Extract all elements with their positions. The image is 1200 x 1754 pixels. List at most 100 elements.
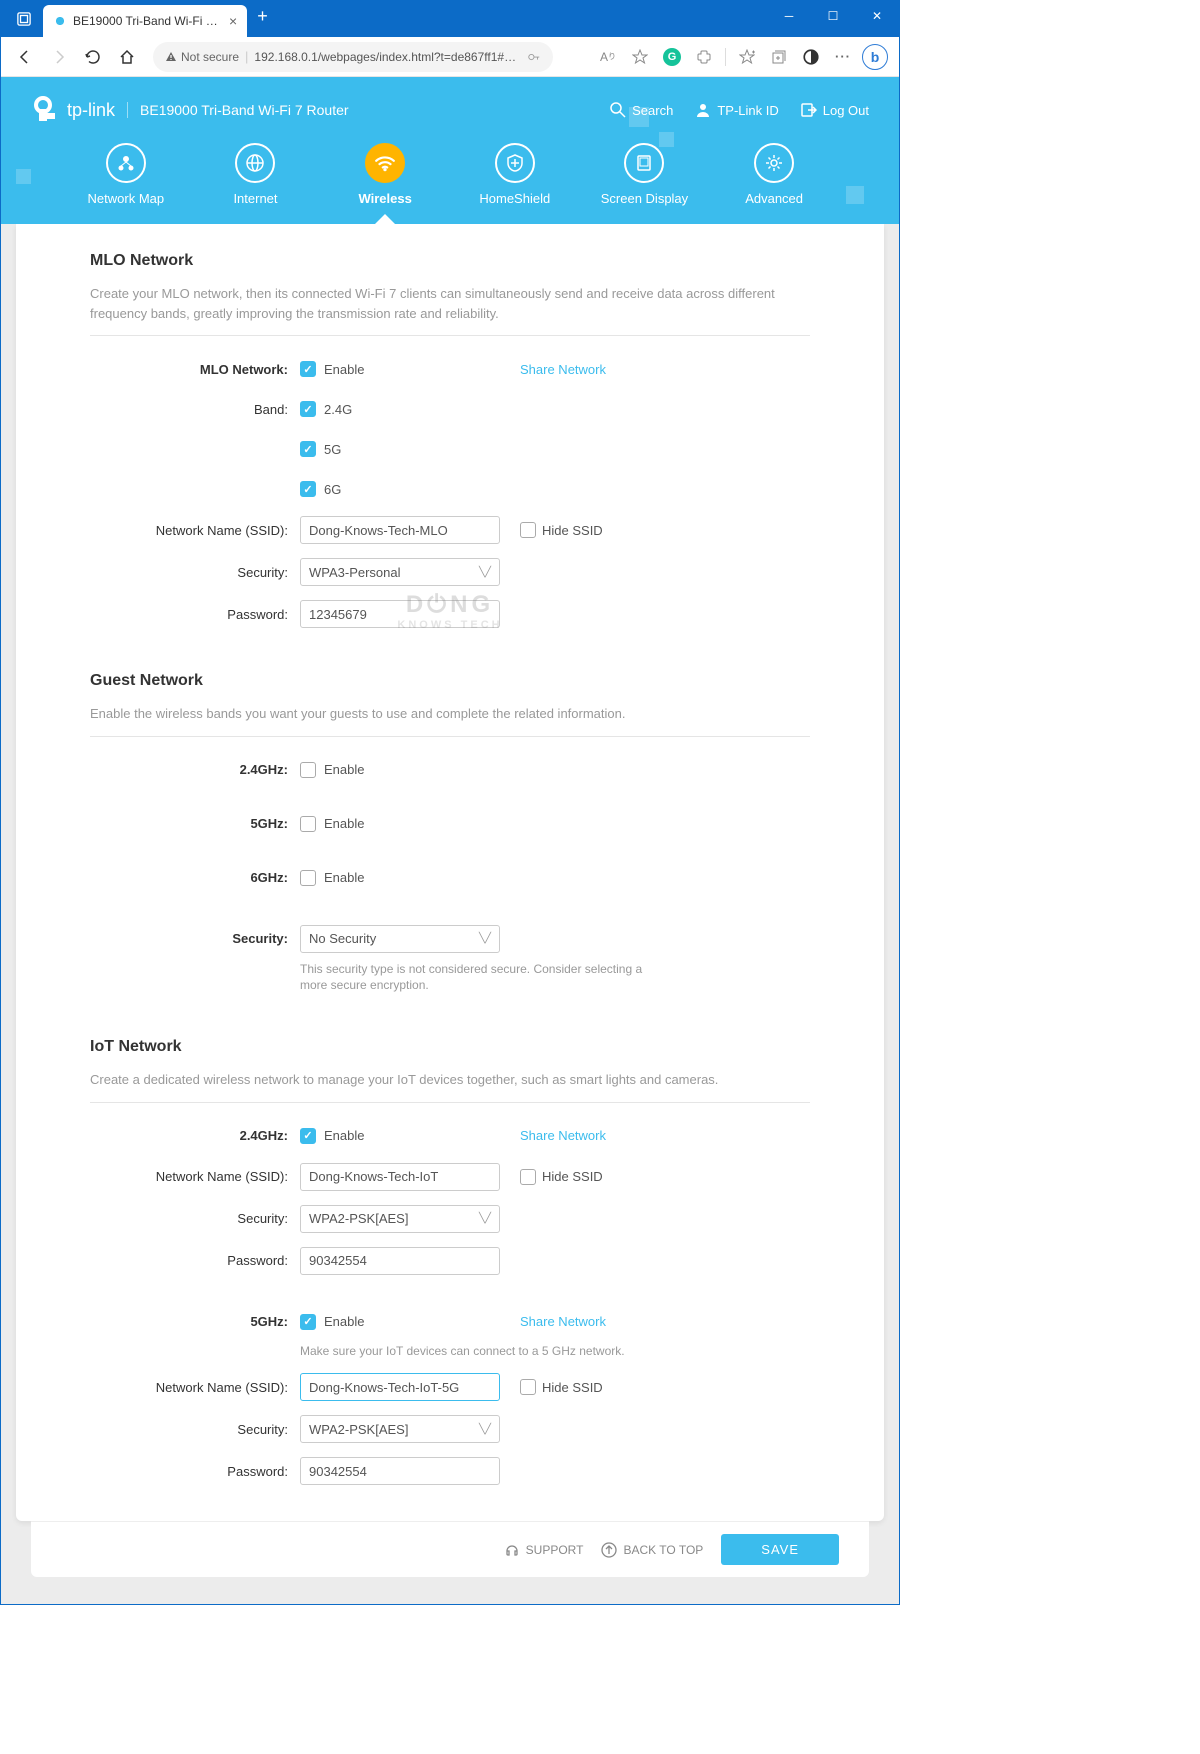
logout-link[interactable]: Log Out bbox=[801, 102, 869, 118]
key-icon[interactable] bbox=[527, 50, 541, 64]
home-button[interactable] bbox=[113, 43, 141, 71]
mlo-password-label: Password: bbox=[90, 607, 300, 622]
iot-5-label: 5GHz: bbox=[90, 1314, 300, 1329]
iot-5-share-link[interactable]: Share Network bbox=[520, 1314, 606, 1329]
band-5-checkbox[interactable] bbox=[300, 441, 316, 457]
mlo-ssid-input[interactable] bbox=[300, 516, 500, 544]
iot-24-label: 2.4GHz: bbox=[90, 1128, 300, 1143]
enable-text: Enable bbox=[324, 816, 364, 831]
browser-tab[interactable]: BE19000 Tri-Band Wi-Fi 7 Router × bbox=[43, 5, 247, 37]
enable-text: Enable bbox=[324, 362, 364, 377]
tplink-id-label: TP-Link ID bbox=[717, 103, 778, 118]
forward-button[interactable] bbox=[45, 43, 73, 71]
back-to-top-link[interactable]: BACK TO TOP bbox=[601, 1542, 703, 1558]
minimize-button[interactable]: ─ bbox=[767, 1, 811, 31]
iot-24-share-link[interactable]: Share Network bbox=[520, 1128, 606, 1143]
url-text: 192.168.0.1/webpages/index.html?t=de867f… bbox=[254, 50, 521, 64]
page-header: tp-link BE19000 Tri-Band Wi-Fi 7 Router … bbox=[1, 77, 899, 224]
guest-24-checkbox[interactable] bbox=[300, 762, 316, 778]
iot-5-hide-ssid-checkbox[interactable] bbox=[520, 1379, 536, 1395]
support-link[interactable]: SUPPORT bbox=[504, 1542, 584, 1558]
mlo-enable-checkbox[interactable] bbox=[300, 361, 316, 377]
tab-actions-icon[interactable] bbox=[13, 8, 35, 30]
logout-label: Log Out bbox=[823, 103, 869, 118]
shield-icon bbox=[505, 153, 525, 173]
nav-homeshield[interactable]: HomeShield bbox=[460, 143, 570, 206]
page-footer: SUPPORT BACK TO TOP SAVE bbox=[31, 1521, 869, 1577]
mlo-password-input[interactable] bbox=[300, 600, 500, 628]
address-bar: Not secure | 192.168.0.1/webpages/index.… bbox=[1, 37, 899, 77]
favorite-icon[interactable] bbox=[626, 43, 654, 71]
maximize-button[interactable]: ☐ bbox=[811, 1, 855, 31]
iot-5-checkbox[interactable] bbox=[300, 1314, 316, 1330]
mlo-share-link[interactable]: Share Network bbox=[520, 362, 606, 377]
collections-icon[interactable] bbox=[765, 43, 793, 71]
enable-text: Enable bbox=[324, 1128, 364, 1143]
mlo-security-select[interactable]: WPA3-Personal ╲╱ bbox=[300, 558, 500, 586]
mlo-title: MLO Network bbox=[90, 252, 810, 270]
iot-5-password-label: Password: bbox=[90, 1464, 300, 1479]
iot-24-password-input[interactable] bbox=[300, 1247, 500, 1275]
iot-5-password-input[interactable] bbox=[300, 1457, 500, 1485]
iot-5-ssid-input[interactable] bbox=[300, 1373, 500, 1401]
more-icon[interactable]: ··· bbox=[829, 43, 857, 71]
iot-24-checkbox[interactable] bbox=[300, 1128, 316, 1144]
mlo-hide-ssid-checkbox[interactable] bbox=[520, 522, 536, 538]
chevron-down-icon: ╲╱ bbox=[479, 1424, 491, 1435]
text-size-icon[interactable]: Aり bbox=[594, 43, 622, 71]
band-24-checkbox[interactable] bbox=[300, 401, 316, 417]
not-secure-warning[interactable]: Not secure bbox=[165, 50, 239, 64]
nav-label: Advanced bbox=[745, 191, 803, 206]
section-mlo: MLO Network Create your MLO network, the… bbox=[60, 252, 840, 672]
nav-network-map[interactable]: Network Map bbox=[71, 143, 181, 206]
nav-label: Wireless bbox=[358, 191, 411, 206]
hide-ssid-text: Hide SSID bbox=[542, 523, 603, 538]
chevron-down-icon: ╲╱ bbox=[479, 933, 491, 944]
arrow-up-icon bbox=[601, 1542, 617, 1558]
brand-name: tp-link bbox=[67, 100, 115, 121]
section-iot: IoT Network Create a dedicated wireless … bbox=[60, 1038, 840, 1509]
tab-close-icon[interactable]: × bbox=[229, 13, 237, 29]
band-6-text: 6G bbox=[324, 482, 341, 497]
user-icon bbox=[695, 102, 711, 118]
guest-6-label: 6GHz: bbox=[90, 870, 300, 885]
mlo-security-value: WPA3-Personal bbox=[309, 565, 401, 580]
guest-6-checkbox[interactable] bbox=[300, 870, 316, 886]
guest-desc: Enable the wireless bands you want your … bbox=[90, 704, 810, 737]
bing-icon[interactable]: b bbox=[861, 43, 889, 71]
new-tab-button[interactable]: + bbox=[257, 6, 268, 27]
back-button[interactable] bbox=[11, 43, 39, 71]
contrast-icon[interactable] bbox=[797, 43, 825, 71]
extension-icon[interactable] bbox=[690, 43, 718, 71]
guest-5-checkbox[interactable] bbox=[300, 816, 316, 832]
mlo-security-label: Security: bbox=[90, 565, 300, 580]
iot-5-note: Make sure your IoT devices can connect t… bbox=[300, 1343, 800, 1360]
nav-screen-display[interactable]: Screen Display bbox=[589, 143, 699, 206]
hide-ssid-text: Hide SSID bbox=[542, 1380, 603, 1395]
mlo-ssid-label: Network Name (SSID): bbox=[90, 523, 300, 538]
nav-advanced[interactable]: Advanced bbox=[719, 143, 829, 206]
iot-24-password-label: Password: bbox=[90, 1253, 300, 1268]
favorites-bar-icon[interactable] bbox=[733, 43, 761, 71]
nav-internet[interactable]: Internet bbox=[200, 143, 310, 206]
guest-security-select[interactable]: No Security ╲╱ bbox=[300, 925, 500, 953]
favicon-icon bbox=[53, 14, 67, 28]
save-button[interactable]: SAVE bbox=[721, 1534, 839, 1565]
url-input[interactable]: Not secure | 192.168.0.1/webpages/index.… bbox=[153, 42, 553, 72]
iot-24-security-select[interactable]: WPA2-PSK[AES]╲╱ bbox=[300, 1205, 500, 1233]
guest-security-value: No Security bbox=[309, 931, 376, 946]
band-6-checkbox[interactable] bbox=[300, 481, 316, 497]
security-value: WPA2-PSK[AES] bbox=[309, 1422, 408, 1437]
chevron-down-icon: ╲╱ bbox=[479, 567, 491, 578]
refresh-button[interactable] bbox=[79, 43, 107, 71]
support-label: SUPPORT bbox=[526, 1543, 584, 1557]
tplink-id-link[interactable]: TP-Link ID bbox=[695, 102, 778, 118]
browser-tab-bar: BE19000 Tri-Band Wi-Fi 7 Router × + ─ ☐ … bbox=[1, 1, 899, 37]
close-window-button[interactable]: ✕ bbox=[855, 1, 899, 31]
nav-wireless[interactable]: Wireless bbox=[330, 143, 440, 206]
grammarly-icon[interactable]: G bbox=[658, 43, 686, 71]
iot-5-security-select[interactable]: WPA2-PSK[AES] ╲╱ bbox=[300, 1415, 500, 1443]
search-icon bbox=[610, 102, 626, 118]
iot-24-hide-ssid-checkbox[interactable] bbox=[520, 1169, 536, 1185]
iot-24-ssid-input[interactable] bbox=[300, 1163, 500, 1191]
